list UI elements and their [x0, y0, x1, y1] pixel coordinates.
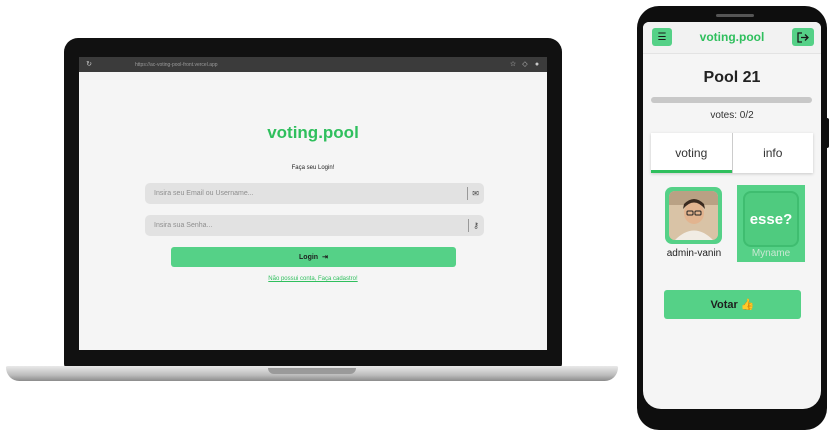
- logout-button[interactable]: [792, 28, 814, 46]
- candidate-name: admin-vanin: [666, 248, 722, 259]
- email-field[interactable]: Insira seu Email ou Username... ✉: [145, 183, 484, 204]
- phone-side-button: [826, 118, 829, 148]
- votes-count: votes: 0/2: [710, 110, 754, 121]
- login-logo: voting.pool: [267, 123, 359, 142]
- password-field[interactable]: Insira sua Senha... ⚷: [145, 215, 484, 236]
- key-icon: ⚷: [468, 219, 479, 232]
- thumbs-up-icon: 👍: [740, 299, 755, 311]
- login-button[interactable]: Login ⇥: [171, 247, 456, 267]
- pool-tabs: voting info: [651, 133, 813, 173]
- phone-screen: ☰ voting.pool Pool 21 votes: 0/2 voting …: [643, 22, 821, 409]
- laptop-notch: [268, 368, 356, 374]
- candidate-placeholder-text: esse?: [749, 210, 793, 228]
- account-icon[interactable]: ●: [533, 61, 541, 69]
- vote-progress-bar: [651, 97, 812, 103]
- login-button-label: Login: [299, 253, 319, 261]
- signup-link[interactable]: Não possui conta, Faça cadastro!: [79, 276, 547, 282]
- phone-speaker: [716, 14, 754, 17]
- logout-icon: [797, 31, 809, 43]
- password-placeholder: Insira sua Senha...: [154, 222, 213, 229]
- email-placeholder: Insira seu Email ou Username...: [154, 190, 254, 197]
- address-bar[interactable]: https://ac-voting-pool-front.vercel.app: [97, 62, 505, 68]
- laptop-screen: ↻ https://ac-voting-pool-front.vercel.ap…: [79, 57, 547, 350]
- app-header: ☰ voting.pool: [643, 22, 821, 54]
- login-subtitle: Faça seu Login!: [291, 165, 335, 171]
- pool-title: Pool 21: [703, 69, 761, 86]
- tab-voting[interactable]: voting: [651, 133, 732, 173]
- envelope-icon: ✉: [467, 187, 479, 200]
- shield-icon[interactable]: ◇: [521, 61, 529, 69]
- browser-toolbar: ↻ https://ac-voting-pool-front.vercel.ap…: [79, 57, 547, 72]
- avatar: [669, 191, 718, 240]
- candidate-name: Myname: [751, 248, 791, 259]
- candidate-placeholder: esse?: [743, 191, 799, 247]
- bookmark-star-icon[interactable]: ☆: [509, 61, 517, 69]
- tab-info[interactable]: info: [731, 133, 814, 173]
- avatar-photo: [669, 191, 718, 240]
- login-enter-icon: ⇥: [322, 254, 328, 261]
- vote-button-label: Votar: [710, 298, 738, 311]
- reload-icon[interactable]: ↻: [85, 61, 93, 69]
- candidate-card-admin-vanin[interactable]: [665, 187, 722, 244]
- vote-button[interactable]: Votar 👍: [664, 290, 801, 319]
